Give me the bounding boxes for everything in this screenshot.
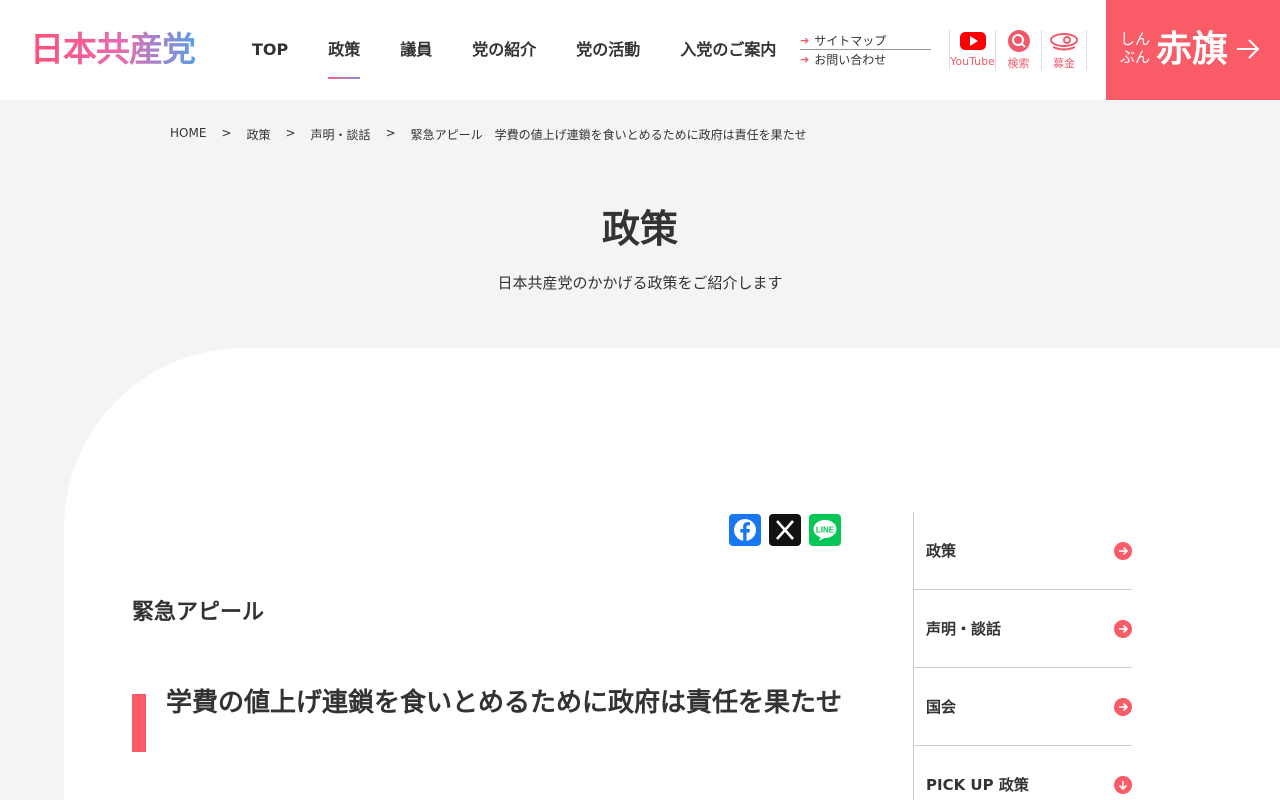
nav-policy[interactable]: 政策 [308,0,380,100]
nav-about[interactable]: 党の紹介 [452,0,556,100]
nav-activities[interactable]: 党の活動 [556,0,660,100]
donation-label: 募金 [1053,57,1075,70]
svg-text:LINE: LINE [816,526,835,535]
search-icon [1007,30,1030,52]
breadcrumb-statements[interactable]: 声明・談話 [311,126,371,143]
sidebar-item-pickup[interactable]: PICK UP 政策 [914,746,1132,800]
youtube-label: YouTube [950,55,995,68]
arrow-right-circle-icon [1114,620,1132,638]
page-subtitle: 日本共産党のかかげる政策をご紹介します [497,274,783,292]
sitemap-link[interactable]: ➔ サイトマップ [800,32,931,50]
sidebar-item-statements[interactable]: 声明・談話 [914,590,1132,668]
title-accent-bar [132,694,146,752]
article-title: 学費の値上げ連鎖を食いとめるために政府は責任を果たせ [166,688,843,718]
search-button[interactable]: 検索 [995,30,1041,70]
arrow-right-circle-icon [1114,542,1132,560]
sidebar-nav: 政策 声明・談話 国会 PICK UP 政策 [913,512,1132,800]
arrow-right-icon: ➔ [800,52,810,66]
contact-link[interactable]: ➔ お問い合わせ [800,50,931,68]
nav-top[interactable]: TOP [232,0,308,100]
site-header: 日本共産党 TOP 政策 議員 党の紹介 党の活動 入党のご案内 ➔ サイトマッ… [0,0,1280,100]
sidebar-item-label: 声明・談話 [926,620,1002,638]
page-title: 政策 [601,207,678,251]
sidebar-item-label: PICK UP 政策 [926,776,1029,794]
sidebar-item-diet[interactable]: 国会 [914,668,1132,746]
x-share-button[interactable] [769,514,801,546]
breadcrumb-separator: > [221,126,232,140]
bokin-icon [1050,33,1078,51]
youtube-button[interactable]: YouTube [949,30,995,70]
facebook-share-button[interactable] [729,514,761,546]
akahata-small-text: しん ぶん [1120,30,1151,66]
sidebar-item-label: 国会 [926,698,957,716]
x-icon [776,520,794,540]
youtube-icon [959,32,986,50]
nav-members[interactable]: 議員 [380,0,452,100]
facebook-icon [734,519,756,541]
sidebar-item-label: 政策 [926,542,957,560]
arrow-right-icon: ➔ [800,34,810,47]
breadcrumb-home[interactable]: HOME [170,126,206,143]
contact-label: お問い合わせ [814,52,887,67]
sitemap-label: サイトマップ [814,34,887,48]
site-logo[interactable]: 日本共産党 [30,30,196,70]
line-share-button[interactable]: LINE [809,514,841,546]
utility-links: ➔ サイトマップ ➔ お問い合わせ [800,32,931,68]
sidebar-item-policy[interactable]: 政策 [914,512,1132,590]
arrow-right-circle-icon [1114,698,1132,716]
line-icon: LINE [813,520,837,541]
breadcrumb: HOME > 政策 > 声明・談話 > 緊急アピール 学費の値上げ連鎖を食いとめ… [170,126,807,143]
main-nav: TOP 政策 議員 党の紹介 党の活動 入党のご案内 [232,0,796,100]
breadcrumb-current: 緊急アピール 学費の値上げ連鎖を食いとめるために政府は責任を果たせ [410,128,807,142]
breadcrumb-policy[interactable]: 政策 [246,126,270,143]
arrow-down-circle-icon [1114,776,1132,794]
donation-button[interactable]: 募金 [1041,30,1087,70]
breadcrumb-separator: > [285,126,296,140]
arrow-right-icon [1237,39,1260,59]
akahata-title: 赤旗 [1156,28,1229,70]
akahata-banner[interactable]: しん ぶん 赤旗 [1106,0,1280,100]
nav-join[interactable]: 入党のご案内 [660,0,796,100]
breadcrumb-separator: > [385,126,396,140]
article-category: 緊急アピール [132,600,265,625]
search-label: 検索 [1007,57,1030,70]
